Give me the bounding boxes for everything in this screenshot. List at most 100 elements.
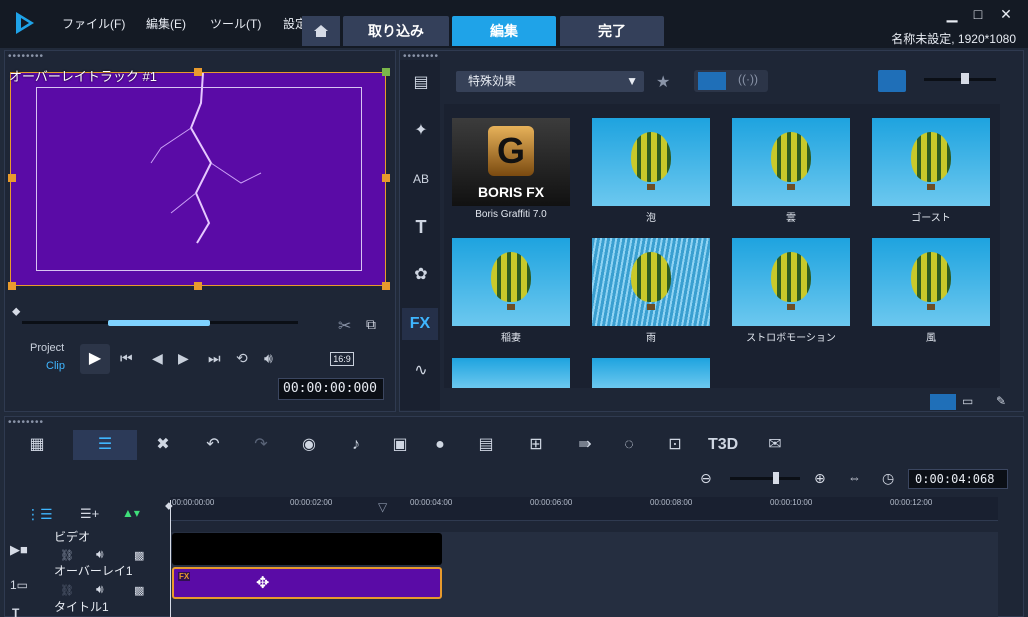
- tab-edit[interactable]: 編集: [452, 16, 556, 46]
- effect-item-boris-graffiti[interactable]: G BORIS FX Boris Graffiti 7.0: [444, 106, 582, 222]
- overlay-track-name[interactable]: オーバーレイ1: [54, 562, 133, 579]
- effect-item-strobe[interactable]: ストロボモーション: [724, 226, 862, 344]
- title-icon[interactable]: T: [408, 214, 434, 240]
- storyboard-view-icon[interactable]: ▦: [24, 432, 50, 458]
- maximize-icon[interactable]: □: [970, 6, 986, 22]
- play-icon[interactable]: ▶: [80, 344, 110, 374]
- effect-item-lightning[interactable]: 稲妻: [444, 226, 582, 344]
- track-transparency-icon[interactable]: ▩: [134, 584, 144, 597]
- aspect-ratio-button[interactable]: 16:9: [330, 352, 354, 366]
- slider-thumb[interactable]: [961, 73, 969, 84]
- repeat-icon[interactable]: ⟲: [236, 350, 248, 367]
- scrubber-marker-icon[interactable]: ⬥: [12, 304, 20, 319]
- scissors-icon[interactable]: ✂: [338, 316, 351, 336]
- resize-handle[interactable]: [194, 68, 202, 76]
- record-capture-icon[interactable]: ◉: [296, 432, 322, 458]
- go-to-end-icon[interactable]: ⏭: [208, 350, 221, 367]
- next-frame-icon[interactable]: ▶︎: [178, 350, 189, 367]
- previous-frame-icon[interactable]: ◀︎: [152, 350, 163, 367]
- overlay-clip[interactable]: FX ✥: [172, 567, 442, 599]
- mute-icon[interactable]: 🔊︎: [96, 547, 104, 562]
- playhead[interactable]: [170, 500, 171, 617]
- zoom-out-icon[interactable]: ⊖: [700, 470, 712, 487]
- project-mode-label[interactable]: Project: [30, 342, 64, 354]
- 3d-title-icon[interactable]: T3D: [708, 432, 738, 458]
- tab-finish[interactable]: 完了: [560, 16, 664, 46]
- options-panel-icon[interactable]: ▭: [962, 394, 973, 408]
- instant-project-icon[interactable]: ✦: [408, 118, 434, 144]
- go-to-start-icon[interactable]: ⏮: [120, 350, 133, 367]
- effect-item-ghost[interactable]: ゴースト: [864, 106, 1002, 224]
- trim-range[interactable]: [108, 320, 210, 326]
- effect-item-rain[interactable]: 雨: [584, 226, 722, 344]
- timeline-view-icon[interactable]: ☰: [73, 430, 137, 460]
- library-view-icon[interactable]: [930, 394, 956, 410]
- multi-camera-icon[interactable]: ⊞: [523, 432, 549, 458]
- zoom-in-icon[interactable]: ⊕: [814, 470, 826, 487]
- menu-edit[interactable]: 編集(E): [146, 15, 186, 32]
- home-tab[interactable]: [302, 16, 340, 46]
- resize-handle[interactable]: [382, 282, 390, 290]
- filter-fx-icon[interactable]: FX: [402, 308, 438, 340]
- audio-view-icon[interactable]: ((·)): [738, 72, 758, 86]
- undo-icon[interactable]: ↶: [200, 432, 226, 458]
- track-manager-icon[interactable]: ⋮☰: [26, 506, 53, 523]
- resize-handle[interactable]: [8, 282, 16, 290]
- clip-mode-label[interactable]: Clip: [46, 360, 65, 372]
- track-transparency-icon[interactable]: ▩: [134, 549, 144, 562]
- time-remapping-icon[interactable]: ⇛: [572, 432, 598, 458]
- video-track-name[interactable]: ビデオ: [54, 528, 90, 545]
- effect-item-wind[interactable]: 風: [864, 226, 1002, 344]
- edit-icon[interactable]: ✎: [996, 394, 1006, 408]
- link-icon[interactable]: ⛓: [60, 549, 74, 562]
- panel-grip-icon[interactable]: ••••••••: [8, 51, 44, 62]
- graphics-icon[interactable]: ✿: [408, 262, 434, 288]
- favorite-add-icon[interactable]: ★: [656, 72, 670, 92]
- redo-icon[interactable]: ↷: [248, 432, 274, 458]
- menu-file[interactable]: ファイル(F): [62, 15, 125, 32]
- resize-handle[interactable]: [8, 174, 16, 182]
- auto-music-icon[interactable]: ▣: [387, 432, 413, 458]
- resize-handle[interactable]: [194, 282, 202, 290]
- effect-item-bubble[interactable]: 泡: [584, 106, 722, 224]
- sound-mixer-icon[interactable]: ♪: [343, 432, 369, 458]
- pan-zoom-icon[interactable]: ⊡: [662, 432, 688, 458]
- close-icon[interactable]: ✕: [998, 6, 1014, 22]
- zoom-thumb[interactable]: [773, 472, 779, 484]
- subtitle-icon[interactable]: ▤: [473, 432, 499, 458]
- copy-icon[interactable]: ⧉: [366, 316, 376, 333]
- tools-icon[interactable]: ✖: [150, 432, 176, 458]
- video-clip[interactable]: [172, 533, 442, 565]
- split-screen-icon[interactable]: ✉: [762, 432, 788, 458]
- corner-handle[interactable]: [382, 68, 390, 76]
- marker-icon[interactable]: ▽: [378, 500, 387, 514]
- preview-timecode[interactable]: 00:00:00:000: [278, 378, 384, 400]
- motion-tracking-icon[interactable]: ●: [427, 432, 453, 458]
- resize-handle[interactable]: [382, 174, 390, 182]
- zoom-slider[interactable]: [730, 477, 800, 480]
- minimize-icon[interactable]: ▁: [944, 6, 960, 22]
- mask-creator-icon[interactable]: ◌: [616, 432, 642, 458]
- ripple-edit-icon[interactable]: ▲▾: [122, 506, 140, 520]
- title-track[interactable]: [170, 600, 998, 617]
- effect-item-cloud[interactable]: 雲: [724, 106, 862, 224]
- transition-icon[interactable]: AB: [408, 166, 434, 192]
- playhead-handle-icon[interactable]: ⬥: [165, 500, 173, 513]
- volume-icon[interactable]: 🔊︎: [264, 350, 273, 367]
- mute-icon[interactable]: 🔊︎: [96, 582, 104, 597]
- title-track-name[interactable]: タイトル1: [54, 598, 109, 615]
- effect-thumbnail[interactable]: [452, 358, 570, 388]
- path-icon[interactable]: ∿: [408, 358, 434, 384]
- chapter-menu-icon[interactable]: ☰+: [80, 506, 99, 522]
- panel-grip-icon[interactable]: ••••••••: [8, 417, 44, 428]
- thumbnail-size-icon[interactable]: [878, 70, 906, 92]
- menu-tools[interactable]: ツール(T): [210, 15, 261, 32]
- tab-import[interactable]: 取り込み: [343, 16, 449, 46]
- link-icon[interactable]: ⛓: [60, 584, 74, 597]
- fit-project-icon[interactable]: ⇔: [848, 470, 861, 485]
- effect-thumbnail[interactable]: [592, 358, 710, 388]
- thumbnail-size-slider[interactable]: [924, 78, 996, 81]
- category-dropdown[interactable]: 特殊効果 ▼: [456, 71, 644, 92]
- media-icon[interactable]: ▤: [408, 70, 434, 96]
- effect-view-icon[interactable]: [698, 72, 726, 90]
